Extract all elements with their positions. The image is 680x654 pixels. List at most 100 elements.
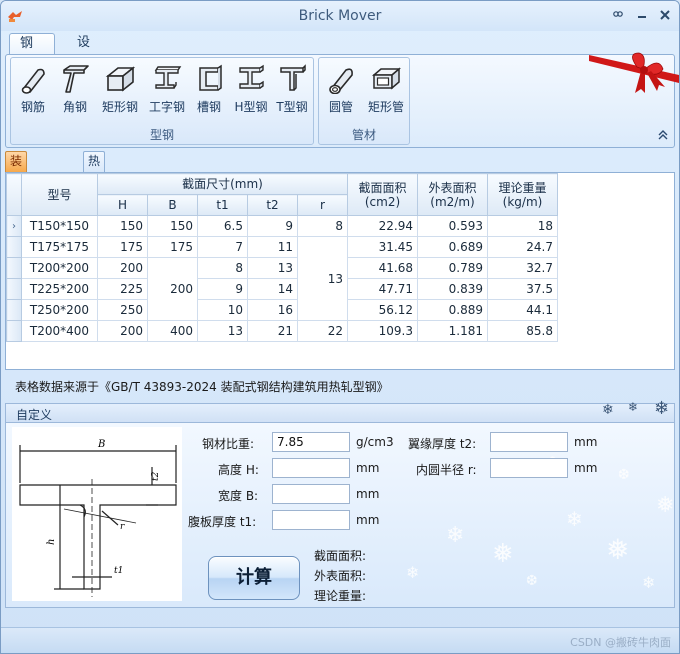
round-tube-button[interactable]: 圆管 [323, 64, 359, 115]
cell-model[interactable]: T250*200 [21, 299, 98, 321]
channel-steel-button[interactable]: 槽钢 [191, 64, 227, 115]
cell-b[interactable]: 175 [147, 236, 198, 258]
calculate-button[interactable]: 计算 [208, 556, 300, 600]
cell-t1[interactable]: 9 [197, 278, 248, 300]
cell-b-merged[interactable]: 200 [147, 257, 198, 321]
cell-area[interactable]: 47.71 [347, 278, 418, 300]
cell-weight[interactable]: 32.7 [487, 257, 558, 279]
cell-t2[interactable]: 13 [247, 257, 298, 279]
cell-surface[interactable]: 0.889 [417, 299, 488, 321]
cell-surface[interactable]: 0.593 [417, 215, 488, 237]
cell-weight[interactable]: 85.8 [487, 320, 558, 342]
cell-area[interactable]: 31.45 [347, 236, 418, 258]
close-icon[interactable] [656, 7, 674, 25]
cell-t1[interactable]: 6.5 [197, 215, 248, 237]
web-thickness-unit: mm [356, 513, 380, 527]
cell-r-merged[interactable]: 13 [297, 236, 348, 321]
cell-model[interactable]: T150*150 [21, 215, 98, 237]
table-row[interactable]: T225*200 225 9 14 47.71 0.839 37.5 [6, 278, 558, 300]
svg-text:B: B [97, 439, 105, 450]
cell-t2[interactable]: 14 [247, 278, 298, 300]
cell-t2[interactable]: 11 [247, 236, 298, 258]
cell-b[interactable]: 400 [147, 320, 198, 342]
height-input[interactable] [272, 458, 350, 478]
row-selector-icon[interactable]: › [6, 215, 22, 237]
angle-steel-button[interactable]: 角钢 [57, 64, 93, 115]
cell-weight[interactable]: 24.7 [487, 236, 558, 258]
cell-surface[interactable]: 0.689 [417, 236, 488, 258]
t-beam-button[interactable]: T型钢 [273, 64, 311, 115]
cell-h[interactable]: 250 [97, 299, 148, 321]
cell-h[interactable]: 200 [97, 320, 148, 342]
cell-area[interactable]: 109.3 [347, 320, 418, 342]
tab-assembled-t-steel[interactable]: 装配式T型钢 [5, 151, 28, 263]
table-row[interactable]: T175*175 175 175 7 11 13 31.45 0.689 24.… [6, 236, 558, 321]
row-selector[interactable] [6, 320, 22, 342]
cell-t1[interactable]: 10 [197, 299, 248, 321]
cell-t1[interactable]: 7 [197, 236, 248, 258]
cell-model[interactable]: T175*175 [21, 236, 98, 258]
flange-thickness-input[interactable] [490, 432, 568, 452]
data-grid[interactable]: 型号 截面尺寸(mm) 截面面积 (cm2) 外表面积 (m2/m) 理论重量 … [5, 172, 675, 370]
tab-steel[interactable]: 钢材 [9, 33, 55, 71]
cell-weight[interactable]: 18 [487, 215, 558, 237]
cell-h[interactable]: 200 [97, 257, 148, 279]
rect-tube-button[interactable]: 矩形管 [363, 64, 409, 115]
cell-weight[interactable]: 37.5 [487, 278, 558, 300]
col-header-weight[interactable]: 理论重量 (kg/m) [487, 173, 558, 216]
ribbon-panel: 钢筋 角钢 矩形钢 工字钢 槽钢 H型钢 T型钢 型钢 圆管 矩形管 管材 [5, 54, 675, 148]
col-header-model[interactable]: 型号 [21, 173, 98, 216]
col-header-t2[interactable]: t2 [247, 194, 298, 216]
cell-t1[interactable]: 8 [197, 257, 248, 279]
cell-weight[interactable]: 44.1 [487, 299, 558, 321]
density-input[interactable] [272, 432, 350, 452]
cell-h[interactable]: 175 [97, 236, 148, 258]
row-selector[interactable] [6, 278, 22, 300]
minimize-icon[interactable] [633, 7, 651, 25]
cell-t2[interactable]: 16 [247, 299, 298, 321]
col-header-b[interactable]: B [147, 194, 198, 216]
menu-icon[interactable] [609, 7, 627, 25]
table-row[interactable]: T200*200 200 200 8 13 41.68 0.789 32.7 [6, 257, 558, 321]
table-row[interactable]: T250*200 250 10 16 56.12 0.889 44.1 [6, 299, 558, 321]
tab-hot-rolled-t-steel[interactable]: 热轧T型钢 [83, 151, 106, 244]
col-header-h[interactable]: H [97, 194, 148, 216]
table-row[interactable]: › T150*150 150 150 6.5 9 8 22.94 0.593 1… [6, 215, 558, 237]
table-row[interactable]: T200*400 200 400 13 21 22 109.3 1.181 85… [6, 320, 558, 342]
cell-area[interactable]: 41.68 [347, 257, 418, 279]
cell-model[interactable]: T200*200 [21, 257, 98, 279]
cell-b[interactable]: 150 [147, 215, 198, 237]
inner-radius-input[interactable] [490, 458, 568, 478]
round-bar-button[interactable]: 钢筋 [15, 64, 51, 115]
ribbon-collapse-icon[interactable] [658, 130, 668, 143]
cell-t2[interactable]: 9 [247, 215, 298, 237]
cell-t1[interactable]: 13 [197, 320, 248, 342]
width-input[interactable] [272, 484, 350, 504]
cell-area[interactable]: 56.12 [347, 299, 418, 321]
col-header-r[interactable]: r [297, 194, 348, 216]
h-beam-button[interactable]: H型钢 [231, 64, 271, 115]
i-beam-button[interactable]: 工字钢 [145, 64, 189, 115]
cell-h[interactable]: 150 [97, 215, 148, 237]
web-thickness-input[interactable] [272, 510, 350, 530]
col-header-area[interactable]: 截面面积 (cm2) [347, 173, 418, 216]
tab-settings[interactable]: 设置 [67, 33, 100, 70]
row-selector[interactable] [6, 299, 22, 321]
rect-steel-button[interactable]: 矩形钢 [97, 64, 143, 115]
col-header-surface[interactable]: 外表面积 (m2/m) [417, 173, 488, 216]
cell-h[interactable]: 225 [97, 278, 148, 300]
cell-surface[interactable]: 0.839 [417, 278, 488, 300]
cell-r[interactable]: 8 [297, 215, 348, 237]
row-selector[interactable] [6, 257, 22, 279]
snowflake-icon: ❆ [526, 573, 538, 589]
row-selector[interactable] [6, 236, 22, 258]
cell-model[interactable]: T225*200 [21, 278, 98, 300]
cell-surface[interactable]: 1.181 [417, 320, 488, 342]
cell-model[interactable]: T200*400 [21, 320, 98, 342]
cell-area[interactable]: 22.94 [347, 215, 418, 237]
col-header-t1[interactable]: t1 [197, 194, 248, 216]
window-title: Brick Mover [298, 8, 382, 24]
cell-t2[interactable]: 21 [247, 320, 298, 342]
cell-surface[interactable]: 0.789 [417, 257, 488, 279]
cell-r[interactable]: 22 [297, 320, 348, 342]
